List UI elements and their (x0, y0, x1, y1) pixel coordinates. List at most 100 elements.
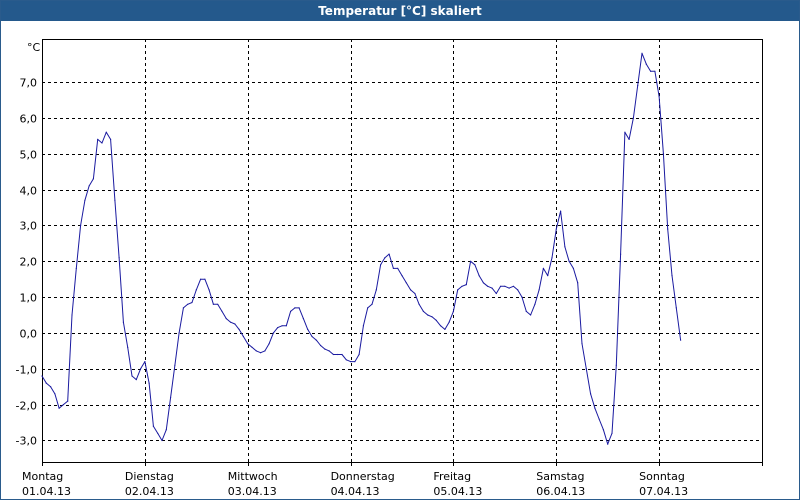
data-point (461, 285, 463, 287)
data-point (204, 278, 206, 280)
data-point (170, 396, 172, 399)
data-point (238, 328, 240, 330)
y-tick-label: 4,0 (20, 185, 38, 198)
data-point (127, 346, 129, 348)
data-point (525, 310, 527, 312)
day-date-label: 01.04.13 (22, 485, 71, 498)
data-point (97, 138, 99, 140)
data-point (375, 289, 377, 291)
data-point (122, 321, 124, 323)
data-point (302, 318, 304, 320)
data-point (547, 275, 549, 277)
data-point (311, 335, 313, 338)
data-point (350, 361, 352, 363)
y-tick-label: -2,0 (16, 400, 37, 413)
data-point (615, 364, 617, 366)
data-point (632, 117, 635, 119)
data-point (397, 267, 399, 269)
grid (42, 39, 762, 462)
data-point (637, 85, 639, 87)
y-tick-label: -1,0 (16, 364, 37, 377)
y-tick-label: 3,0 (20, 220, 38, 233)
data-point (521, 296, 523, 298)
data-point (225, 318, 227, 320)
data-point (500, 285, 502, 287)
data-point (645, 63, 647, 65)
data-point (67, 400, 69, 402)
data-point (298, 307, 300, 309)
data-point (294, 307, 296, 309)
data-point (105, 131, 107, 133)
day-name-label: Montag (22, 470, 63, 483)
temperature-line (41, 52, 682, 445)
data-point (427, 314, 429, 316)
data-point (341, 353, 343, 356)
data-point (75, 267, 77, 269)
data-point (560, 210, 562, 212)
temperature-chart: -3,0 -2,0 -1,0 0,0 1,0 2,0 3,0 4,0 5,0 6,0 7,0 °C M… (16, 39, 763, 498)
data-point (92, 178, 94, 180)
data-point (495, 292, 497, 295)
data-point (148, 382, 150, 384)
y-tick-label: 0,0 (20, 328, 38, 341)
data-point (611, 432, 613, 434)
data-point (362, 325, 364, 327)
data-point (178, 332, 180, 334)
data-point (328, 350, 330, 352)
data-point (654, 70, 656, 72)
day-date-label: 03.04.13 (228, 485, 277, 498)
data-point (337, 353, 339, 356)
data-point (230, 321, 232, 323)
data-point (152, 425, 154, 427)
data-point (50, 386, 52, 388)
data-point (538, 289, 540, 291)
data-point (62, 404, 64, 406)
data-point (54, 393, 56, 395)
data-point (491, 287, 493, 289)
data-point (174, 364, 176, 366)
data-point (590, 393, 592, 395)
y-unit-label: °C (27, 41, 41, 54)
data-point (667, 228, 669, 230)
data-point (602, 429, 605, 431)
day-name-label: Mittwoch (228, 470, 278, 483)
data-point (551, 257, 553, 259)
data-point (384, 257, 386, 259)
data-point (157, 432, 159, 434)
data-point (101, 142, 103, 144)
data-point (161, 439, 163, 442)
data-point (324, 348, 326, 350)
data-point (268, 343, 270, 345)
day-name-label: Freitag (433, 470, 471, 483)
data-point (564, 246, 566, 248)
data-point (594, 407, 596, 409)
data-point (418, 303, 420, 305)
data-point (435, 319, 437, 321)
data-point (380, 264, 382, 266)
day-date-label: 05.04.13 (433, 485, 482, 498)
day-date-label: 02.04.13 (125, 485, 174, 498)
data-point (414, 292, 416, 295)
data-point (675, 307, 677, 309)
day-name-label: Donnerstag (331, 470, 395, 483)
data-point (272, 332, 274, 334)
data-point (80, 224, 82, 226)
data-point (388, 253, 390, 255)
day-labels: Montag 01.04.13 Dienstag 02.04.13 Mittwoch 03… (22, 470, 688, 498)
data-point (144, 361, 146, 363)
data-point (71, 314, 73, 316)
data-point (474, 264, 476, 266)
data-point (572, 267, 575, 269)
data-point (58, 407, 60, 409)
series-layer (41, 52, 682, 445)
data-point (260, 352, 262, 354)
data-point (221, 310, 223, 312)
data-point (217, 303, 219, 305)
data-point (658, 95, 660, 97)
data-point (320, 344, 322, 347)
y-tick-label: 1,0 (20, 292, 38, 305)
data-point (405, 282, 407, 284)
y-tick-label: 2,0 (20, 256, 38, 269)
data-point (182, 307, 184, 309)
data-point (478, 275, 480, 277)
